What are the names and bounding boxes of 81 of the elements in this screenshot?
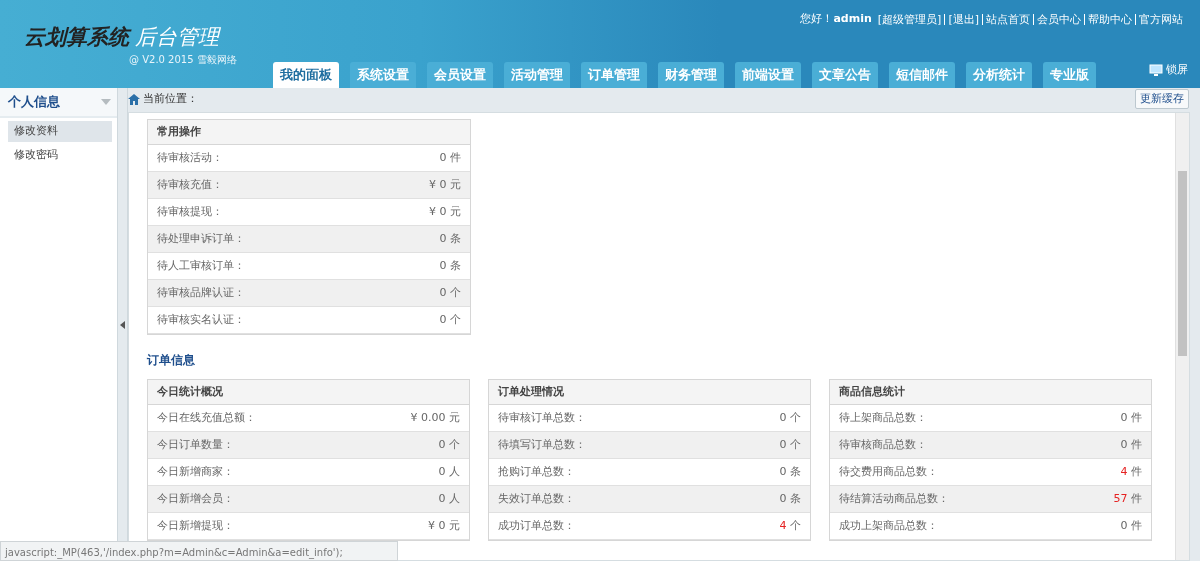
stat-value: 0 条 (439, 257, 461, 274)
stat-label: 失效订单总数： (498, 490, 575, 507)
stat-value: 0 条 (439, 230, 461, 247)
stat-value: 0 件 (1120, 436, 1142, 453)
nav-tab[interactable]: 我的面板 (273, 62, 339, 88)
nav-tab[interactable]: 文章公告 (812, 62, 878, 88)
stat-label: 待填写订单总数： (498, 436, 586, 453)
nav-tab[interactable]: 系统设置 (350, 62, 416, 88)
stat-label: 待审核提现： (157, 203, 223, 220)
stat-value: ¥ 0.00 元 (410, 409, 460, 426)
stat-label: 待人工审核订单： (157, 257, 245, 274)
nav-tab[interactable]: 分析统计 (966, 62, 1032, 88)
nav-tab[interactable]: 前端设置 (735, 62, 801, 88)
header-link[interactable]: 会员中心 (1034, 13, 1085, 25)
greeting-text: 您好！ (800, 11, 834, 27)
nav-tab[interactable]: 订单管理 (581, 62, 647, 88)
section-title: 订单信息 (147, 352, 196, 369)
stat-value: ¥ 0 元 (429, 203, 461, 220)
stat-label: 今日订单数量： (157, 436, 234, 453)
stat-value: 0 人 (438, 463, 460, 480)
panel-title: 商品信息统计 (830, 380, 1151, 405)
stat-value: 0 条 (779, 463, 801, 480)
header-link[interactable]: 站点首页 (983, 13, 1034, 25)
stat-label: 今日新增会员： (157, 490, 234, 507)
stat-label: 今日在线充值总额： (157, 409, 256, 426)
stat-label: 待审核订单总数： (498, 409, 586, 426)
sidebar-title: 个人信息 (8, 93, 60, 112)
nav-tab[interactable]: 活动管理 (504, 62, 570, 88)
stat-label: 抢购订单总数： (498, 463, 575, 480)
stat-value: 0 个 (439, 311, 461, 328)
stat-label: 待审核商品总数： (839, 436, 927, 453)
breadcrumb-label: 当前位置： (143, 90, 198, 107)
panel-title: 订单处理情况 (489, 380, 810, 405)
header-link[interactable]: 官方网站 (1136, 13, 1186, 25)
stat-label: 待审核实名认证： (157, 311, 245, 328)
stat-value: ¥ 0 元 (429, 176, 461, 193)
stat-value: 4 件 (1120, 463, 1142, 480)
stat-label: 待交费用商品总数： (839, 463, 938, 480)
stat-value: 0 件 (1120, 517, 1142, 534)
status-bar: javascript:_MP(463,'/index.php?m=Admin&c=Admin&a=edit_info'); (0, 541, 398, 561)
stat-label: 待上架商品总数： (839, 409, 927, 426)
stat-label: 今日新增提现： (157, 517, 234, 534)
stat-value: 0 件 (1120, 409, 1142, 426)
home-icon (128, 93, 140, 105)
stat-label: 待处理申诉订单： (157, 230, 245, 247)
username: admin (833, 11, 872, 27)
stat-value: 0 个 (439, 284, 461, 301)
stat-value: 57 件 (1113, 490, 1142, 507)
panel-title: 常用操作 (148, 120, 470, 145)
scrollbar[interactable] (1175, 113, 1189, 560)
stat-label: 成功订单总数： (498, 517, 575, 534)
stat-label: 待审核品牌认证： (157, 284, 245, 301)
refresh-cache-button[interactable]: 更新缓存 (1135, 88, 1189, 110)
stat-value: 0 个 (438, 436, 460, 453)
stat-value: 0 条 (779, 490, 801, 507)
stat-label: 成功上架商品总数： (839, 517, 938, 534)
sidebar-item[interactable]: 修改密码 (8, 144, 112, 165)
collapse-arrow-icon[interactable] (120, 320, 125, 329)
stat-value: 4 个 (779, 517, 801, 534)
panel-title: 今日统计概况 (148, 380, 469, 405)
header-link[interactable]: [退出] (945, 13, 983, 25)
nav-tab[interactable]: 财务管理 (658, 62, 724, 88)
role-label: [超级管理员] (874, 13, 946, 25)
stat-label: 待审核活动： (157, 149, 223, 166)
monitor-icon[interactable] (1149, 63, 1163, 77)
stat-value: ¥ 0 元 (428, 517, 460, 534)
stat-value: 0 个 (779, 409, 801, 426)
stat-label: 待结算活动商品总数： (839, 490, 949, 507)
sidebar-item[interactable]: 修改资料 (8, 121, 112, 142)
nav-tab[interactable]: 短信邮件 (889, 62, 955, 88)
stat-label: 今日新增商家： (157, 463, 234, 480)
nav-tab[interactable]: 专业版 (1043, 62, 1096, 88)
stat-label: 待审核充值： (157, 176, 223, 193)
lock-screen-link[interactable]: 锁屏 (1166, 62, 1188, 79)
stat-value: 0 件 (439, 149, 461, 166)
nav-tab[interactable]: 会员设置 (427, 62, 493, 88)
stat-value: 0 个 (779, 436, 801, 453)
version-text: @ V2.0 2015 雪毅网络 (129, 52, 237, 67)
logo-subtitle: 后台管理 (135, 25, 219, 49)
stat-value: 0 人 (438, 490, 460, 507)
header-link[interactable]: 帮助中心 (1085, 13, 1136, 25)
